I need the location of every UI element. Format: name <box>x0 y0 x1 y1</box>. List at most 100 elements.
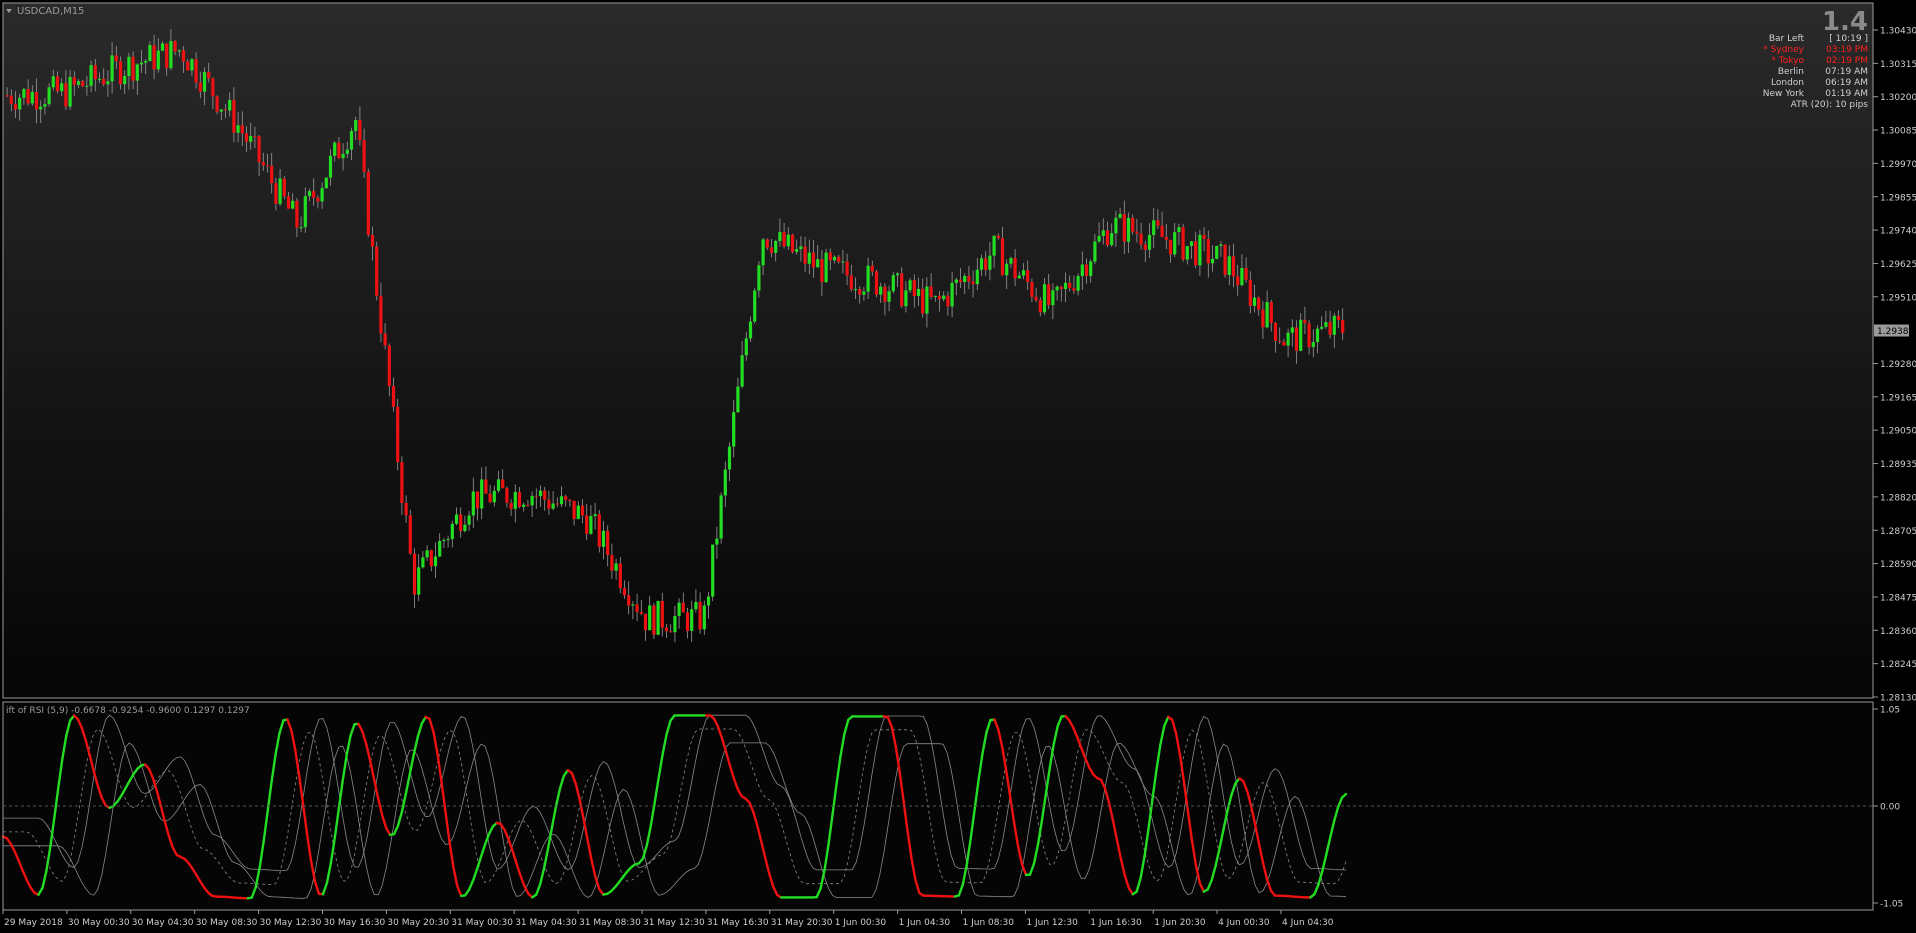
session-value: 06:19 AM <box>1825 78 1868 88</box>
candle-body <box>1047 284 1051 306</box>
chart-window[interactable]: 1.30430 1.30315 1.30200 1.30085 1.29970 1.298… <box>0 0 1916 933</box>
session-value: [ 10:19 ] <box>1829 34 1868 44</box>
candle-body <box>43 104 47 107</box>
candle-body <box>1278 340 1282 342</box>
candle-body <box>291 200 295 209</box>
candle-body <box>307 191 312 197</box>
candle-body <box>580 505 585 516</box>
candle-body <box>34 91 39 110</box>
candle-body <box>870 265 874 272</box>
candle-body <box>950 282 954 307</box>
candle-body <box>1030 282 1034 297</box>
session-label: New York <box>1763 89 1805 99</box>
candle-body <box>1118 213 1122 218</box>
candle-body <box>866 265 870 292</box>
candle-body <box>429 550 433 567</box>
candle-body <box>257 136 261 163</box>
price-tick-label: 1.28245 <box>1880 660 1916 670</box>
candle-body <box>1076 276 1080 291</box>
candle-body <box>1248 279 1252 306</box>
time-tick-label: 31 May 20:30 <box>771 918 833 928</box>
candle-body <box>942 295 946 300</box>
candle-body <box>1168 239 1173 255</box>
candle-body <box>622 587 627 596</box>
session-label: Bar Left <box>1769 34 1805 44</box>
candle-body <box>1143 244 1147 250</box>
candle-body <box>858 289 862 295</box>
candle-body <box>9 95 13 104</box>
candle-body <box>1080 264 1084 277</box>
candle-body <box>1105 230 1110 246</box>
candle-body <box>1223 244 1227 275</box>
candle-body <box>610 555 614 571</box>
candle-body <box>769 247 774 253</box>
candle-body <box>538 490 543 497</box>
candle-body <box>648 605 652 631</box>
candle-body <box>509 502 513 509</box>
candle-body <box>333 142 337 156</box>
price-tick-label: 1.29280 <box>1880 360 1916 370</box>
candle-body <box>530 495 534 506</box>
price-tick-label: 1.30200 <box>1880 93 1916 103</box>
candle-body <box>946 295 950 307</box>
candle-body <box>543 490 547 500</box>
candle-body <box>1034 296 1038 301</box>
candle-body <box>1282 341 1286 346</box>
candle-body <box>803 246 807 264</box>
candle-body <box>236 125 240 133</box>
candle-body <box>1303 319 1307 324</box>
chart-canvas[interactable]: 1.30430 1.30315 1.30200 1.30085 1.29970 1.298… <box>0 0 1916 933</box>
candle-body <box>1299 319 1303 351</box>
candle-body <box>165 43 169 69</box>
candle-body <box>358 120 362 141</box>
candle-body <box>471 491 475 516</box>
candle-body <box>782 232 786 247</box>
atr-label: ATR (20): 10 pips <box>1791 100 1869 110</box>
candle-body <box>627 595 631 606</box>
candle-body <box>1122 213 1126 242</box>
candle-body <box>488 493 492 503</box>
time-tick-label: 30 May 16:30 <box>324 918 386 928</box>
candle-body <box>929 286 933 297</box>
candle-body <box>711 544 715 597</box>
candle-body <box>400 462 404 504</box>
candle-body <box>828 252 832 261</box>
candle-body <box>135 64 139 81</box>
candle-body <box>391 386 396 407</box>
time-tick-label: 31 May 16:30 <box>707 918 769 928</box>
candle-body <box>778 232 782 241</box>
candle-body <box>320 188 324 202</box>
session-label: London <box>1771 78 1804 88</box>
candle-body <box>1135 231 1139 234</box>
candle-body <box>1265 302 1269 328</box>
price-tick-label: 1.29625 <box>1880 260 1916 270</box>
candle-body <box>853 289 858 291</box>
candle-body <box>1160 225 1164 238</box>
candle-body <box>1215 245 1219 259</box>
candle-body <box>1017 275 1021 279</box>
spread-value: 1.4 <box>1822 7 1868 37</box>
candle-body <box>786 234 790 247</box>
candle-body <box>1009 258 1013 264</box>
indicator-label: ift of RSI (5,9) -0.6678 -0.9254 -0.9600… <box>6 706 250 716</box>
candle-body <box>811 252 816 268</box>
candle-body <box>954 279 958 283</box>
current-price-label: 1.29389 <box>1877 327 1914 337</box>
candle-body <box>299 227 303 229</box>
candle-body <box>664 627 669 632</box>
candle-body <box>39 106 43 110</box>
session-value: 07:19 AM <box>1825 67 1868 77</box>
candle-body <box>719 495 723 539</box>
candle-body <box>736 386 740 413</box>
candle-body <box>480 479 484 509</box>
candle-body <box>244 133 249 142</box>
indicator-tick-label: -1.05 <box>1880 900 1903 910</box>
time-tick-label: 31 May 04:30 <box>515 918 577 928</box>
candle-body <box>202 72 207 92</box>
candle-body <box>341 153 345 159</box>
candle-body <box>1189 241 1194 247</box>
candle-body <box>1072 288 1076 291</box>
candle-body <box>874 271 879 295</box>
candle-body <box>795 249 799 252</box>
candle-body <box>744 338 748 356</box>
